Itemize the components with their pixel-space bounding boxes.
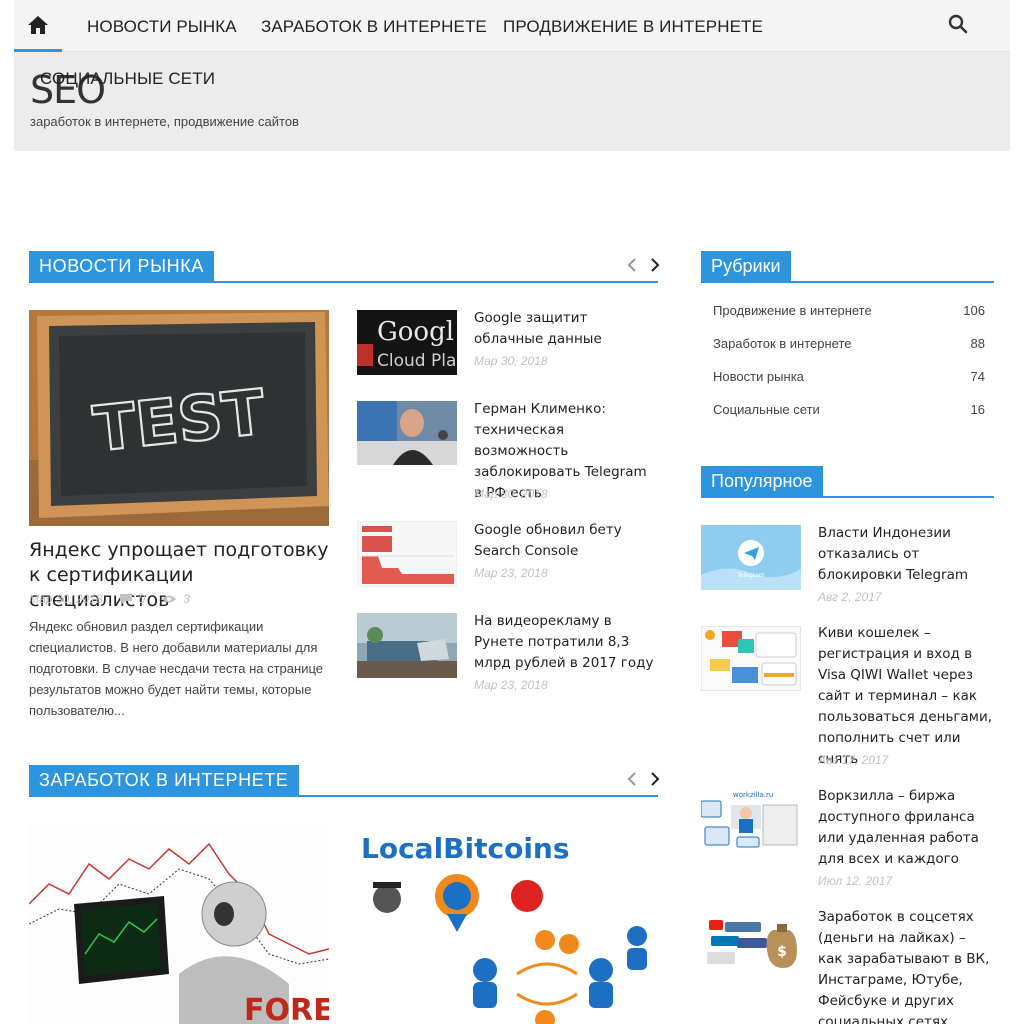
category-count: 88 [970,336,985,351]
featured-post-date: Мар 30, 2018 [29,592,103,606]
category-name[interactable]: Продвижение в интернете [713,303,872,318]
site-description: заработок в интернете, продвижение сайто… [30,114,299,129]
earn-section-header: ЗАРАБОТОК В ИНТЕРНЕТЕ [29,765,660,797]
chevron-left-icon [627,258,636,272]
popular-widget-title: Популярное [701,466,823,496]
search-button[interactable] [948,14,970,36]
category-name[interactable]: Новости рынка [713,369,804,384]
category-count: 106 [963,303,985,318]
post-title[interactable]: Google обновил бету Search Console [474,520,658,562]
localbitcoins-logo-text: LocalBitcoins [361,832,570,865]
popular-post-title[interactable]: Власти Индонезии отказались от блокировк… [818,523,994,586]
popular-post-date: Авг 2, 2017 [818,590,882,604]
popular-widget-header: Популярное [701,466,994,498]
popular-post-title[interactable]: Воркзилла – биржа доступного фриланса ил… [818,786,994,870]
earn-section-title[interactable]: ЗАРАБОТОК В ИНТЕРНЕТЕ [29,765,299,795]
earn-next-button[interactable] [648,771,662,787]
news-section-header: НОВОСТИ РЫНКА [29,251,660,283]
home-button[interactable] [14,0,62,52]
forex-image-text: FOREX [244,993,329,1024]
featured-post-views: 3 [183,592,190,606]
localbitcoins-post-image[interactable]: LocalBitcoins [357,824,657,1024]
search-icon [948,14,968,34]
svg-text:Googl: Googl [377,317,454,347]
post-date: Мар 30, 2018 [474,487,548,501]
category-name[interactable]: Заработок в интернете [713,336,852,351]
category-item[interactable]: Социальные сети 16 [713,402,985,417]
chevron-right-icon [651,258,660,272]
category-item[interactable]: Заработок в интернете 88 [713,336,985,351]
nav-item-earnings[interactable]: ЗАРАБОТОК В ИНТЕРНЕТЕ [261,0,487,52]
post-date: Мар 30, 2018 [474,354,548,368]
category-item[interactable]: Новости рынка 74 [713,369,985,384]
post-thumbnail[interactable] [357,521,457,587]
post-thumbnail[interactable] [357,401,457,465]
popular-post-title[interactable]: Киви кошелек – регистрация и вход в Visa… [818,623,994,770]
nav-item-news[interactable]: НОВОСТИ РЫНКА [87,0,237,52]
eye-icon [162,595,177,603]
post-thumbnail[interactable] [701,626,801,691]
post-thumbnail[interactable]: workzilla.ru [701,787,801,852]
post-date: Мар 23, 2018 [474,678,548,692]
news-next-button[interactable] [648,257,662,273]
popular-post-date: Авг 17, 2017 [818,753,889,767]
svg-text:Cloud Pla: Cloud Pla [377,351,456,371]
category-count: 16 [970,402,985,417]
post-thumbnail[interactable] [357,613,457,678]
featured-post-comments: 0 [138,592,146,606]
post-thumbnail[interactable]: $ [701,910,801,975]
categories-widget-title: Рубрики [701,251,791,281]
post-date: Мар 23, 2018 [474,566,548,580]
svg-text:workzilla.ru: workzilla.ru [733,791,773,799]
news-prev-button[interactable] [625,257,639,273]
post-thumbnail[interactable]: Googl Cloud Pla [357,310,457,375]
category-name[interactable]: Социальные сети [713,402,820,417]
news-section-title[interactable]: НОВОСТИ РЫНКА [29,251,214,281]
popular-post-title[interactable]: Заработок в соцсетях (деньги на лайках) … [818,907,994,1024]
nav-item-promotion[interactable]: ПРОДВИЖЕНИЕ В ИНТЕРНЕТЕ [503,0,763,52]
post-title[interactable]: Google защитит облачные данные [474,308,658,350]
earn-prev-button[interactable] [625,771,639,787]
comment-icon [119,594,132,604]
chevron-left-icon [627,772,636,786]
home-icon [28,15,48,34]
nav-item-social[interactable]: СОЦИАЛЬНЫЕ СЕТИ [40,52,215,104]
categories-widget-header: Рубрики [701,251,994,283]
forex-post-image[interactable]: FOREX [29,824,329,1024]
post-thumbnail[interactable]: Telegram [701,525,801,590]
category-count: 74 [970,369,985,384]
svg-text:Telegram: Telegram [736,572,765,579]
post-title[interactable]: На видеорекламу в Рунете потратили 8,3 м… [474,611,658,674]
featured-post-image[interactable]: TEST [29,310,329,526]
category-item[interactable]: Продвижение в интернете 106 [713,303,985,318]
featured-post-excerpt: Яндекс обновил раздел сертификации специ… [29,619,323,718]
svg-text:$: $ [777,944,787,960]
popular-post-date: Июл 12, 2017 [818,874,893,888]
chevron-right-icon [651,772,660,786]
